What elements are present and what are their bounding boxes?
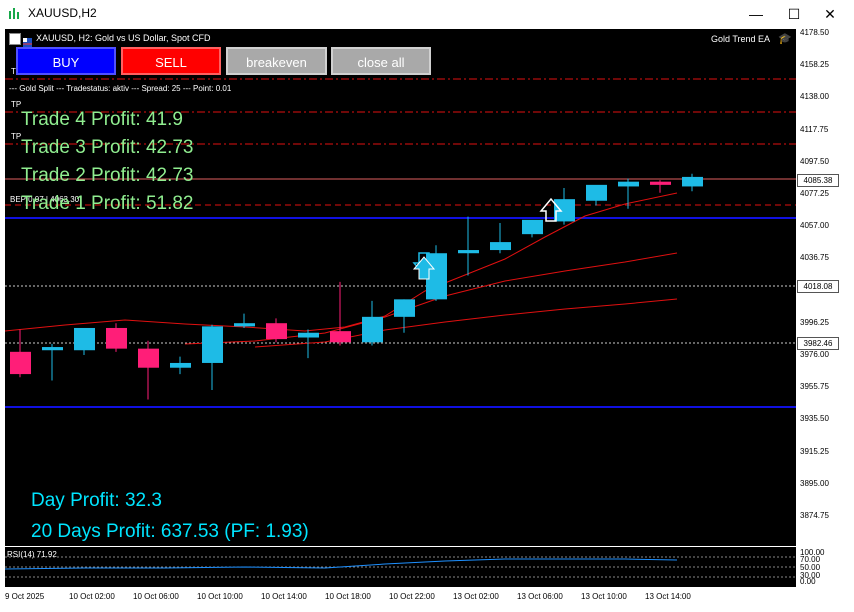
time-axis[interactable]: 9 Oct 2025 10 Oct 02:00 10 Oct 06:00 10 Oct… [5,590,796,606]
tp-label: TP [11,132,22,141]
twenty-days-profit: 20 Days Profit: 637.53 (PF: 1.93) [31,521,309,542]
price-tick: 4138.00 [800,92,829,102]
candle-body [618,181,639,187]
price-tick: 4158.25 [800,60,829,70]
window-titlebar: XAUUSD,H2 — ☐ ✕ [0,0,854,28]
ea-hat-icon: 🎓 [778,33,792,45]
candle-body [106,327,127,349]
trade-4-profit: Trade 4 Profit: 41.9 [21,109,183,130]
symbol-description: XAUUSD, H2: Gold vs US Dollar, Spot CFD [36,33,211,43]
window-title: XAUUSD,H2 [28,6,97,20]
close-all-button[interactable]: close all [331,47,431,75]
candle-body [202,326,223,363]
price-tick: 4036.75 [800,253,829,263]
time-tick: 13 Oct 10:00 [581,592,627,601]
level-1-marker: 4018.08 [797,280,839,293]
candle-body [458,250,479,254]
time-tick: 10 Oct 10:00 [197,592,243,601]
candle-body [266,323,287,340]
candle-body [586,184,607,201]
time-tick: 13 Oct 06:00 [517,592,563,601]
time-tick: 13 Oct 02:00 [453,592,499,601]
chart-box-icon [9,33,21,45]
price-tick: 3874.75 [800,511,829,520]
flag-icon [23,34,32,47]
current-price-marker: 4085.38 [797,174,839,187]
price-tick: 3935.50 [800,414,829,424]
trade-2-profit: Trade 2 Profit: 42.73 [21,165,194,186]
candle-body [490,242,511,251]
candle-body [74,327,95,351]
candle-body [362,316,383,343]
rsi-axis: 100.00 70.00 50.00 30.00 0.00 [798,547,854,587]
tp-label: TP [11,100,22,109]
trade-1-profit: Trade 1 Profit: 51.82 [21,193,194,214]
maximize-button[interactable]: ☐ [776,0,812,28]
price-chart[interactable]: XAUUSD, H2: Gold vs US Dollar, Spot CFD … [5,29,796,546]
price-chart-canvas [5,78,796,408]
candle-body [650,181,671,185]
rsi-panel[interactable]: RSI(14) 71.92 [5,547,796,587]
price-tick: 3895.00 [800,478,829,488]
status-line: --- Gold Split --- Tradestatus: aktiv --… [9,84,232,93]
rsi-label: RSI(14) 71.92 [7,550,57,559]
price-tick: 3955.75 [800,382,829,392]
time-tick: 13 Oct 14:00 [645,592,691,601]
level-2-marker: 3982.46 [797,337,839,350]
ea-name: Gold Trend EA [711,34,771,44]
candle-body [394,299,415,317]
price-tick: 4057.00 [800,221,829,231]
slow-ma-line [254,298,678,348]
close-button[interactable]: ✕ [812,0,848,28]
sell-button[interactable]: SELL [121,47,221,75]
time-tick: 10 Oct 22:00 [389,592,435,601]
candle-body [522,219,543,235]
candle-body [234,323,255,327]
price-tick: 4117.75 [800,124,829,134]
time-tick: 9 Oct 2025 [5,592,45,601]
day-profit: Day Profit: 32.3 [31,490,162,511]
price-tick: 4097.50 [800,156,829,166]
breakeven-button[interactable]: breakeven [226,47,327,75]
price-tick: 3915.25 [800,446,829,456]
trade-3-profit: Trade 3 Profit: 42.73 [21,137,194,158]
time-tick: 10 Oct 14:00 [261,592,307,601]
candle-body [138,348,159,368]
buy-button[interactable]: BUY [16,47,116,75]
candle-body [10,351,31,375]
candle-body [330,331,351,343]
rsi-canvas [5,556,796,578]
rsi-tick: 0.00 [800,577,816,586]
candle-body [170,362,191,368]
candle-body [42,347,63,351]
time-tick: 10 Oct 06:00 [133,592,179,601]
time-tick: 10 Oct 18:00 [325,592,371,601]
price-tick: 4178.50 [800,28,829,37]
time-tick: 10 Oct 02:00 [69,592,115,601]
minimize-button[interactable]: — [738,0,774,28]
candle-body [298,332,319,338]
price-tick: 3996.25 [800,317,829,327]
price-tick: 4077.25 [800,189,829,198]
chart-app-icon [9,8,19,19]
price-tick: 3976.00 [800,350,829,359]
candle-body [682,176,703,187]
